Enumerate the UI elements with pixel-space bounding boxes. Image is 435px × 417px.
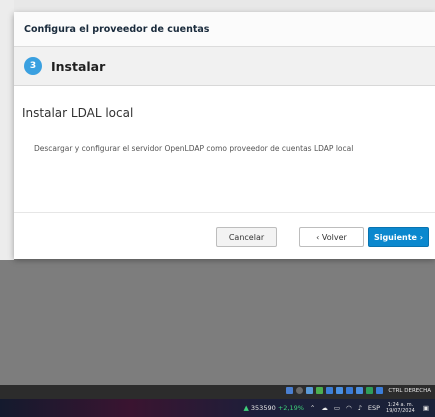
back-button[interactable]: ‹ Volver xyxy=(299,227,364,247)
step-header: 3 Instalar xyxy=(14,47,435,86)
stock-change: +2,19% xyxy=(277,404,304,412)
account-provider-dialog: Configura el proveedor de cuentas 3 Inst… xyxy=(14,12,435,259)
window-left-edge xyxy=(0,0,14,260)
dialog-header: Configura el proveedor de cuentas xyxy=(14,12,435,47)
vm-status-bar: CTRL DERECHA xyxy=(0,385,435,399)
stock-value: 353590 xyxy=(250,404,276,412)
notification-icon[interactable]: ▣ xyxy=(423,404,429,412)
windows-taskbar: ▲ 353590 +2,19% ⌃ ☁ ▭ ◠ ♪ ESP 1:24 a. m.… xyxy=(0,399,435,417)
chevron-up-icon[interactable]: ⌃ xyxy=(310,404,315,412)
battery-icon[interactable]: ▭ xyxy=(334,404,340,412)
step-title: Instalar xyxy=(51,58,106,74)
clock-date: 19/07/2024 xyxy=(386,408,415,414)
audio-icon[interactable] xyxy=(306,387,314,394)
dialog-title: Configura el proveedor de cuentas xyxy=(24,23,210,35)
host-key-label: CTRL DERECHA xyxy=(388,387,431,394)
cpu-icon[interactable] xyxy=(366,387,374,394)
stock-widget[interactable]: ▲ 353590 +2,19% xyxy=(243,404,303,412)
display-icon[interactable] xyxy=(346,387,354,394)
language-indicator[interactable]: ESP xyxy=(368,404,380,412)
onedrive-icon[interactable]: ☁ xyxy=(321,404,328,412)
vm-status-icons: CTRL DERECHA xyxy=(286,387,431,394)
dialog-body: Instalar LDAL local Descargar y configur… xyxy=(14,96,435,196)
optical-drive-icon[interactable] xyxy=(296,387,304,394)
dialog-footer: Cancelar ‹ Volver Siguiente › xyxy=(14,212,435,259)
install-heading: Instalar LDAL local xyxy=(22,106,134,120)
disk-icon[interactable] xyxy=(286,387,294,394)
stock-trend-icon: ▲ xyxy=(243,404,249,412)
network-icon[interactable] xyxy=(316,387,324,394)
recording-icon[interactable] xyxy=(356,387,364,394)
next-button[interactable]: Siguiente › xyxy=(368,227,429,247)
step-number-badge: 3 xyxy=(24,57,42,75)
mouse-integration-icon[interactable] xyxy=(376,387,384,394)
clock[interactable]: 1:24 a. m. 19/07/2024 xyxy=(386,402,415,414)
cancel-button[interactable]: Cancelar xyxy=(216,227,277,247)
usb-icon[interactable] xyxy=(326,387,334,394)
wifi-icon[interactable]: ◠ xyxy=(346,404,352,412)
volume-icon[interactable]: ♪ xyxy=(358,404,362,412)
shared-folder-icon[interactable] xyxy=(336,387,344,394)
install-description: Descargar y configurar el servidor OpenL… xyxy=(34,144,354,153)
